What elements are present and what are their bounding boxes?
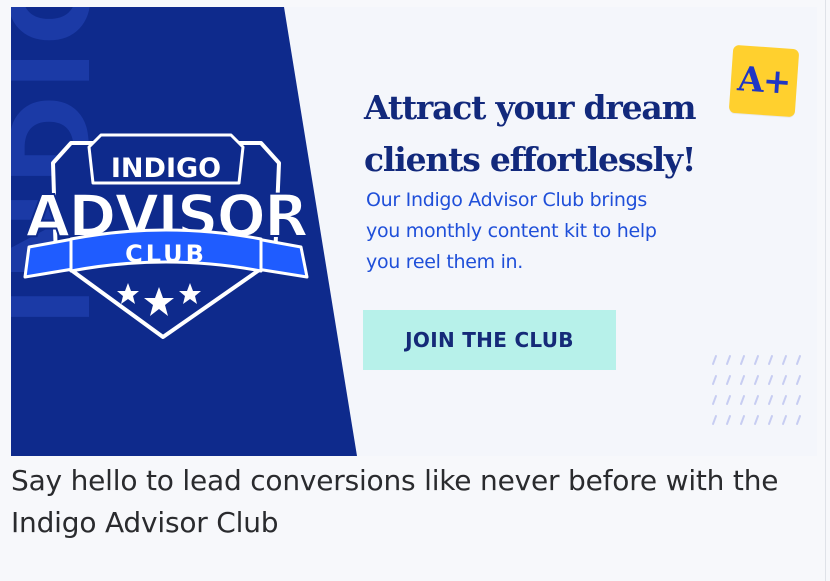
image-caption: Say hello to lead conversions like never…: [11, 464, 779, 539]
slash-pattern-decoration: [712, 355, 801, 425]
subtext-line: you monthly content kit to help: [366, 220, 657, 242]
club-banner-image[interactable]: INDIGO INDIGO ADVISOR CLUB Attract your …: [11, 7, 817, 456]
headline-line: clients effortlessly!: [364, 140, 696, 179]
headline-line: Attract your dream: [364, 88, 697, 127]
subtext-line: you reel them in.: [366, 251, 524, 273]
banner-subtext: Our Indigo Advisor Club brings you month…: [366, 185, 736, 278]
a-plus-label: A+: [736, 59, 792, 103]
a-plus-tag: A+: [728, 44, 800, 118]
banner-headline: Attract your dream clients effortlessly!: [364, 82, 744, 186]
subtext-line: Our Indigo Advisor Club brings: [366, 189, 648, 211]
svg-text:CLUB: CLUB: [125, 240, 207, 268]
join-the-club-button[interactable]: JOIN THE CLUB: [363, 310, 616, 370]
svg-text:INDIGO: INDIGO: [111, 153, 221, 184]
